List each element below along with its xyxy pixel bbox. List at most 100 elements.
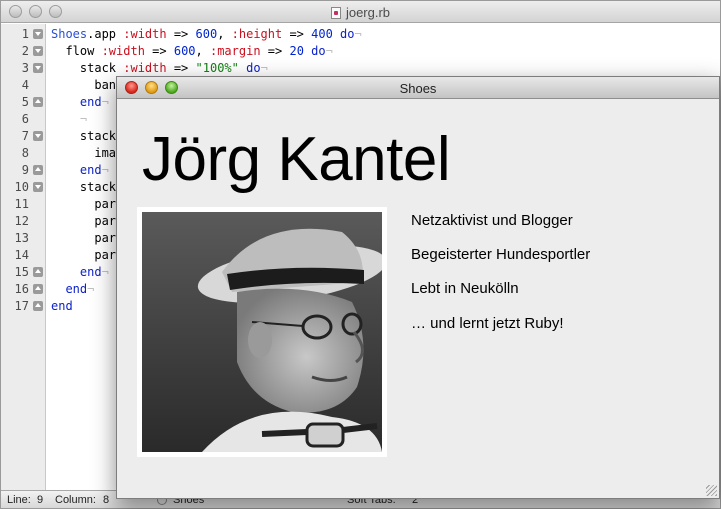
code-token: ¬ bbox=[260, 61, 268, 75]
line-number: 5 bbox=[21, 95, 29, 109]
banner-heading: Jörg Kantel bbox=[142, 125, 451, 194]
line-number-gutter[interactable]: 1 2 3 4 5 6 7 8 9 10 11 12 13 14 15 16 17 bbox=[1, 24, 46, 491]
code-token: 600 bbox=[195, 27, 218, 41]
line-value: 9 bbox=[37, 494, 44, 506]
code-token: ¬ bbox=[101, 163, 109, 177]
fold-open-icon[interactable] bbox=[33, 46, 43, 56]
portrait-photo bbox=[142, 212, 382, 452]
code-token: => bbox=[166, 61, 196, 75]
code-token: end bbox=[51, 265, 102, 279]
code-token: imag bbox=[51, 146, 124, 160]
code-line[interactable]: para bbox=[51, 196, 123, 213]
code-token: bann bbox=[51, 78, 124, 92]
code-token: :height bbox=[231, 27, 283, 41]
line-number: 17 bbox=[14, 299, 29, 313]
column-label: Column: bbox=[55, 494, 96, 506]
code-token: para bbox=[51, 231, 124, 245]
code-token: ¬ bbox=[101, 95, 109, 109]
code-token: end bbox=[51, 299, 73, 313]
line-number: 3 bbox=[21, 61, 29, 75]
para-2: Begeisterter Hundesportler bbox=[411, 246, 591, 263]
code-token: end bbox=[51, 95, 102, 109]
fold-open-icon[interactable] bbox=[33, 29, 43, 39]
line-number: 14 bbox=[14, 248, 29, 262]
code-line[interactable]: stack bbox=[51, 128, 116, 145]
code-token: end bbox=[51, 282, 88, 296]
code-line[interactable]: bann bbox=[51, 77, 123, 94]
code-token: .app bbox=[87, 27, 124, 41]
code-token: => bbox=[260, 44, 290, 58]
para-3: Lebt in Neukölln bbox=[411, 280, 519, 297]
fold-open-icon[interactable] bbox=[33, 131, 43, 141]
code-line[interactable]: end¬ bbox=[51, 162, 109, 179]
code-token: Shoes bbox=[51, 27, 88, 41]
code-line[interactable]: para bbox=[51, 247, 123, 264]
resize-grip[interactable] bbox=[706, 485, 717, 496]
code-line[interactable]: para bbox=[51, 230, 123, 247]
shoes-titlebar[interactable]: Shoes bbox=[117, 77, 719, 99]
line-number: 15 bbox=[14, 265, 29, 279]
code-token: 600 bbox=[173, 44, 196, 58]
code-token: ¬ bbox=[325, 44, 333, 58]
code-line[interactable]: stack :width => "100%" do¬ bbox=[51, 60, 268, 77]
shoes-title: Shoes bbox=[399, 81, 437, 96]
line-label: Line: bbox=[7, 494, 31, 506]
line-number: 2 bbox=[21, 44, 29, 58]
line-number: 7 bbox=[21, 129, 29, 143]
ruby-file-icon bbox=[330, 7, 341, 19]
code-line[interactable]: end¬ bbox=[51, 264, 109, 281]
code-line[interactable]: Shoes.app :width => 600, :height => 400 … bbox=[51, 26, 362, 43]
fold-close-icon[interactable] bbox=[33, 165, 43, 175]
code-line[interactable]: end¬ bbox=[51, 94, 109, 111]
code-token: :width bbox=[123, 61, 167, 75]
code-token: flow bbox=[51, 44, 102, 58]
code-token: => bbox=[166, 27, 196, 41]
code-token: do bbox=[332, 27, 355, 41]
code-token: stack bbox=[51, 61, 124, 75]
code-line[interactable]: flow :width => 600, :margin => 20 do¬ bbox=[51, 43, 333, 60]
line-number: 10 bbox=[14, 180, 29, 194]
code-token: :margin bbox=[209, 44, 261, 58]
code-token: do bbox=[238, 61, 261, 75]
shoes-window: Shoes Jörg Kantel Netzaktivist und Blogg… bbox=[116, 76, 720, 499]
code-token: do bbox=[303, 44, 326, 58]
code-line[interactable]: ¬ bbox=[51, 111, 87, 128]
code-token: para bbox=[51, 248, 124, 262]
code-token: 400 bbox=[311, 27, 333, 41]
fold-close-icon[interactable] bbox=[33, 284, 43, 294]
line-number: 4 bbox=[21, 78, 29, 92]
code-token: => bbox=[144, 44, 174, 58]
code-token: => bbox=[282, 27, 312, 41]
code-token: ¬ bbox=[354, 27, 362, 41]
code-token: end bbox=[51, 163, 102, 177]
code-token: ¬ bbox=[101, 265, 109, 279]
line-number: 16 bbox=[14, 282, 29, 296]
fold-open-icon[interactable] bbox=[33, 182, 43, 192]
code-token: :width bbox=[123, 27, 167, 41]
editor-title-text: joerg.rb bbox=[345, 5, 391, 20]
para-1: Netzaktivist und Blogger bbox=[411, 212, 573, 229]
code-line[interactable]: end¬ bbox=[51, 281, 94, 298]
line-number: 11 bbox=[14, 197, 29, 211]
editor-title: joerg.rb bbox=[1, 5, 720, 20]
fold-close-icon[interactable] bbox=[33, 267, 43, 277]
fold-close-icon[interactable] bbox=[33, 301, 43, 311]
line-number: 9 bbox=[21, 163, 29, 177]
code-line[interactable]: stack bbox=[51, 179, 116, 196]
line-number: 1 bbox=[21, 27, 29, 41]
fold-close-icon[interactable] bbox=[33, 97, 43, 107]
code-token: , bbox=[217, 27, 232, 41]
line-number: 13 bbox=[14, 231, 29, 245]
code-line[interactable]: end bbox=[51, 298, 73, 315]
code-line[interactable]: imag bbox=[51, 145, 123, 162]
line-number: 12 bbox=[14, 214, 29, 228]
editor-titlebar[interactable]: joerg.rb bbox=[1, 1, 720, 23]
fold-open-icon[interactable] bbox=[33, 63, 43, 73]
code-token: stack bbox=[51, 129, 117, 143]
code-token: para bbox=[51, 214, 124, 228]
code-token: stack bbox=[51, 180, 117, 194]
line-number: 8 bbox=[21, 146, 29, 160]
code-token: ¬ bbox=[87, 282, 95, 296]
code-line[interactable]: para bbox=[51, 213, 123, 230]
